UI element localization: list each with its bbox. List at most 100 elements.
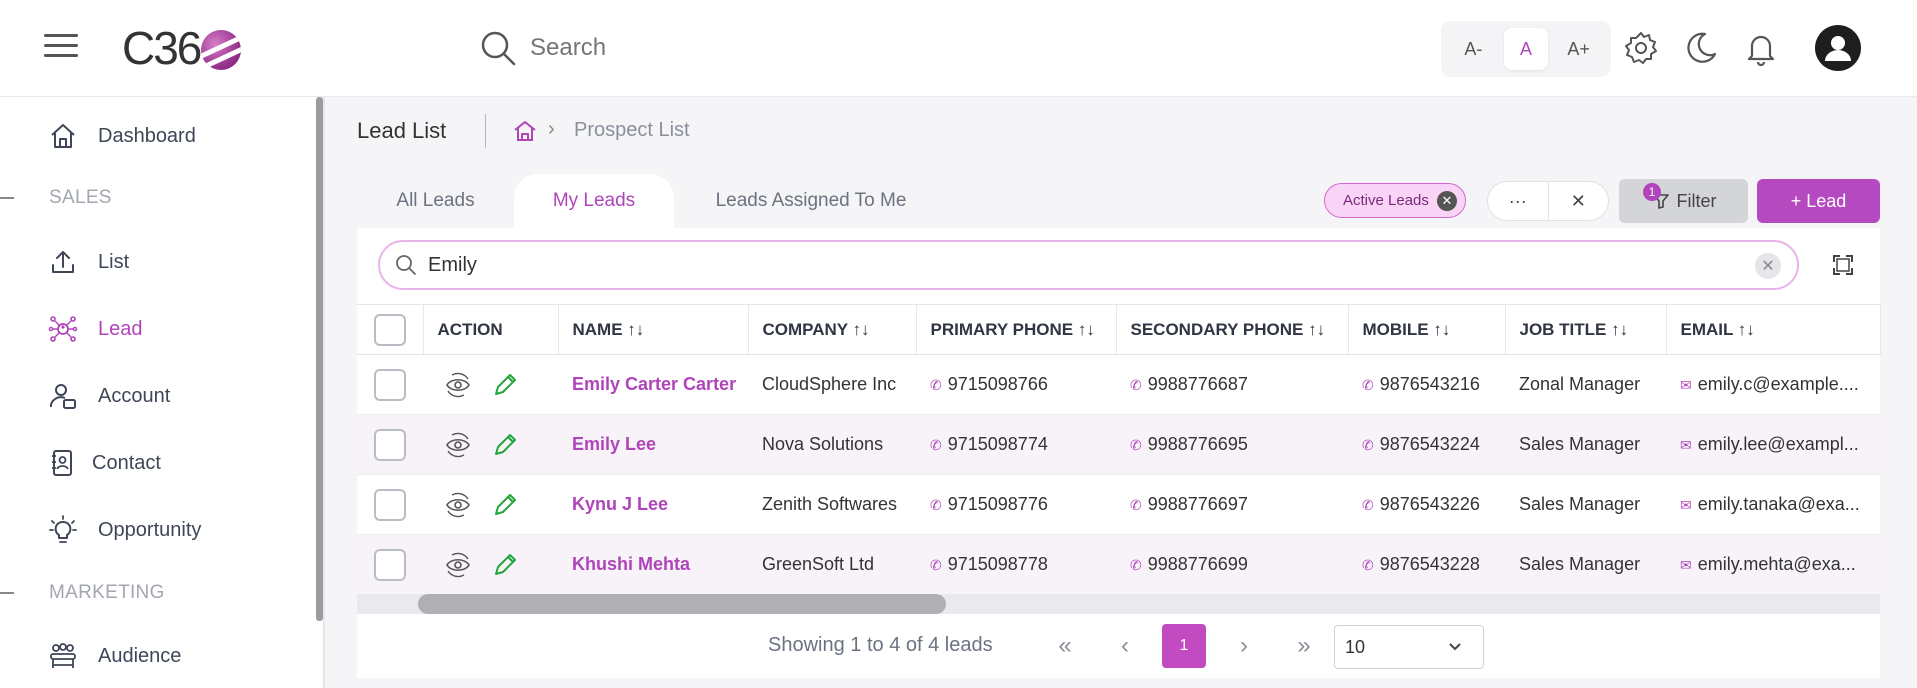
mobile-number: 9876543216: [1379, 374, 1480, 394]
sidebar-scrollbar[interactable]: [316, 97, 323, 621]
rows-per-page-select[interactable]: 10: [1334, 625, 1484, 669]
global-search[interactable]: [478, 28, 830, 68]
table-horizontal-scrollbar[interactable]: [418, 594, 946, 614]
email-value: emily.c@example....: [1697, 374, 1859, 394]
chip-label: Active Leads: [1343, 192, 1429, 209]
column-header-email[interactable]: EMAIL ↑↓: [1666, 304, 1881, 355]
page-1-button[interactable]: 1: [1162, 624, 1206, 668]
user-icon: [1825, 36, 1851, 61]
add-lead-button[interactable]: + Lead: [1757, 179, 1880, 223]
sidebar-item-dashboard[interactable]: Dashboard: [48, 116, 196, 156]
row-select-cell: [357, 474, 423, 535]
font-decrease-button[interactable]: A-: [1451, 28, 1495, 70]
user-avatar[interactable]: [1815, 25, 1861, 71]
filter-label: Filter: [1676, 190, 1717, 211]
bell-icon[interactable]: [1743, 30, 1779, 66]
view-cycle-icon[interactable]: [443, 490, 473, 520]
view-cycle-icon[interactable]: [443, 550, 473, 580]
filter-count-badge: 1: [1643, 183, 1661, 201]
table-row[interactable]: Khushi Mehta GreenSoft Ltd ✆ 9715098778 ✆…: [357, 534, 1880, 595]
email-value: emily.lee@exampl...: [1697, 434, 1859, 454]
table-search[interactable]: ✕: [378, 240, 1799, 290]
tab-leads-assigned-to-me[interactable]: Leads Assigned To Me: [700, 174, 922, 228]
company-cell: Nova Solutions: [748, 414, 916, 475]
table-row[interactable]: Emily Lee Nova Solutions ✆ 9715098774 ✆ 99…: [357, 414, 1880, 475]
lead-name[interactable]: Emily Carter Carter: [558, 354, 748, 415]
search-clear-icon[interactable]: ✕: [1755, 253, 1781, 279]
global-search-input[interactable]: [530, 34, 830, 62]
table-search-input[interactable]: [428, 253, 1728, 277]
top-bar: C36 A- A A+: [0, 0, 1917, 97]
clear-filters-button[interactable]: ✕: [1549, 182, 1609, 220]
account-icon: [49, 384, 76, 409]
moon-icon[interactable]: [1683, 30, 1719, 66]
filter-button[interactable]: 1 Filter: [1619, 179, 1748, 223]
row-actions: [423, 534, 558, 595]
column-header-primary-phone[interactable]: PRIMARY PHONE ↑↓: [916, 304, 1117, 355]
table-row[interactable]: Kynu J Lee Zenith Softwares ✆ 9715098776 …: [357, 474, 1880, 535]
row-checkbox[interactable]: [374, 428, 406, 461]
sidebar-item-account[interactable]: Account: [48, 376, 170, 416]
edit-pencil-icon[interactable]: [490, 550, 520, 580]
row-select-cell: [357, 534, 423, 595]
column-header-job-title[interactable]: JOB TITLE ↑↓: [1505, 304, 1667, 355]
column-header-name[interactable]: NAME ↑↓: [558, 304, 749, 355]
tab-my-leads[interactable]: My Leads: [514, 174, 674, 228]
breadcrumb-current[interactable]: Prospect List: [574, 119, 690, 142]
lightbulb-icon: [49, 515, 77, 543]
row-checkbox[interactable]: [374, 548, 406, 581]
section-marketing: MARKETING: [49, 582, 165, 603]
sidebar-item-contact[interactable]: Contact: [48, 443, 161, 483]
first-page-button[interactable]: «: [1043, 624, 1087, 668]
lead-name[interactable]: Khushi Mehta: [558, 534, 748, 595]
lead-name[interactable]: Kynu J Lee: [558, 474, 748, 535]
column-header-company[interactable]: COMPANY ↑↓: [748, 304, 917, 355]
last-page-button[interactable]: »: [1282, 624, 1326, 668]
sidebar-item-list[interactable]: List: [48, 242, 129, 282]
edit-pencil-icon[interactable]: [490, 370, 520, 400]
mail-icon: ✉: [1680, 377, 1692, 393]
tab-all-leads[interactable]: All Leads: [378, 174, 493, 228]
view-cycle-icon[interactable]: [443, 430, 473, 460]
primary-phone-cell: ✆ 9715098776: [916, 474, 1116, 535]
font-increase-button[interactable]: A+: [1557, 28, 1601, 70]
gear-icon[interactable]: [1623, 30, 1659, 66]
view-cycle-icon[interactable]: [443, 370, 473, 400]
phone-icon: ✆: [930, 377, 942, 393]
row-checkbox[interactable]: [374, 368, 406, 401]
email-cell: ✉ emily.lee@exampl...: [1666, 414, 1880, 475]
lead-name-link[interactable]: Emily Carter Carter: [572, 374, 736, 394]
more-options-button[interactable]: ···: [1488, 182, 1549, 220]
column-header-mobile[interactable]: MOBILE ↑↓: [1348, 304, 1506, 355]
sidebar-item-lead[interactable]: Lead: [48, 309, 143, 349]
font-normal-button[interactable]: A: [1503, 28, 1548, 70]
select-all-checkbox[interactable]: [374, 313, 406, 346]
next-page-button[interactable]: ›: [1222, 624, 1266, 668]
app-logo[interactable]: C36: [122, 20, 242, 76]
prev-page-button[interactable]: ‹: [1103, 624, 1147, 668]
lead-name-link[interactable]: Kynu J Lee: [572, 494, 668, 514]
chip-remove-icon[interactable]: ✕: [1437, 191, 1457, 211]
row-checkbox[interactable]: [374, 488, 406, 521]
expand-icon[interactable]: [1831, 253, 1855, 277]
table-row[interactable]: Emily Carter Carter CloudSphere Inc ✆ 971…: [357, 354, 1880, 415]
row-actions: [423, 414, 558, 475]
breadcrumb-home-icon[interactable]: [512, 118, 538, 144]
lead-name-link[interactable]: Emily Lee: [572, 434, 656, 454]
sidebar-item-label: Account: [98, 384, 171, 407]
column-header-secondary-phone[interactable]: SECONDARY PHONE ↑↓: [1116, 304, 1349, 355]
lead-name-link[interactable]: Khushi Mehta: [572, 554, 690, 574]
phone-icon: ✆: [1362, 557, 1374, 573]
sidebar-item-opportunity[interactable]: Opportunity: [48, 510, 201, 550]
sidebar-item-audience[interactable]: Audience: [48, 636, 181, 676]
edit-pencil-icon[interactable]: [490, 430, 520, 460]
secondary-phone-cell: ✆ 9988776695: [1116, 414, 1348, 475]
section-dash: [0, 197, 14, 199]
primary-phone-cell: ✆ 9715098766: [916, 354, 1116, 415]
primary-phone: 9715098766: [947, 374, 1048, 394]
edit-pencil-icon[interactable]: [490, 490, 520, 520]
row-actions: [423, 354, 558, 415]
phone-icon: ✆: [1130, 557, 1142, 573]
lead-name[interactable]: Emily Lee: [558, 414, 748, 475]
hamburger-menu-icon[interactable]: [44, 34, 78, 62]
